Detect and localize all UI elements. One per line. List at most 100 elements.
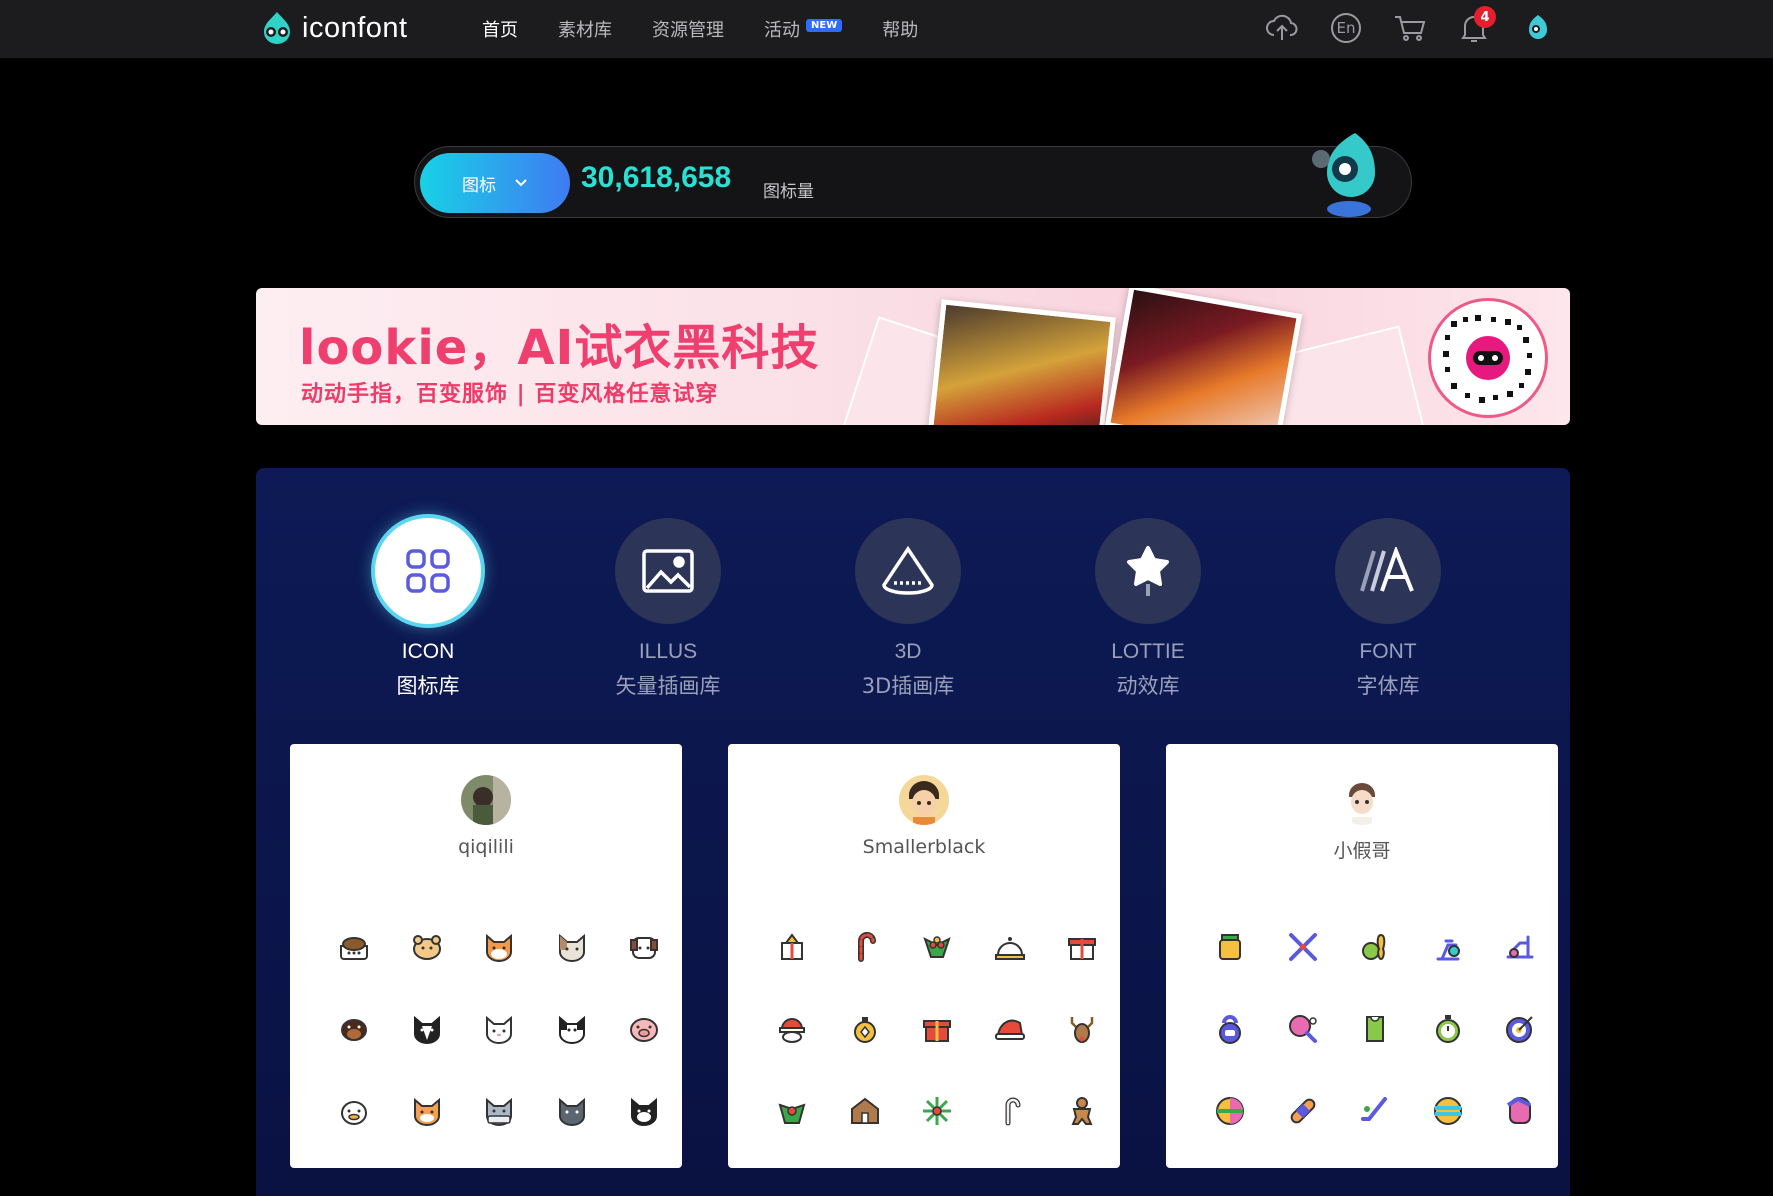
nav-item-label: 首页 [482,20,518,41]
exercise-bike-icon[interactable] [1412,906,1485,988]
gray-cat-icon[interactable] [463,1070,536,1152]
upload-button[interactable] [1262,8,1302,48]
author-name[interactable]: Smallerblack [728,836,1120,858]
target-icon[interactable] [1484,988,1557,1070]
author-name[interactable]: qiqilili [290,836,682,858]
category-circle [1095,518,1201,624]
bell-icon[interactable] [974,906,1047,988]
notification-count-badge: 4 [1474,6,1496,28]
wreath-icon[interactable] [756,1070,829,1152]
upload-icon [1266,14,1298,40]
category-circle [615,518,721,624]
category-en-label: LOTTIE [1111,640,1185,663]
white-cat-icon[interactable] [463,988,536,1070]
nav-item-resources[interactable]: 资源管理 [652,16,724,42]
tab-lottie[interactable]: LOTTIE 动效库 [1068,518,1228,700]
icon-set-card[interactable]: qiqilili [290,744,682,1168]
gift-box-icon[interactable] [1046,906,1119,988]
author-avatar[interactable] [1337,775,1387,825]
nav-item-label: 资源管理 [652,20,724,41]
reindeer-icon[interactable] [1046,988,1119,1070]
black-white-dog-icon[interactable] [536,988,609,1070]
user-avatar-icon [1529,15,1547,39]
cart-icon [1395,16,1426,41]
iconfont-logo[interactable]: iconfont [258,8,408,48]
category-cn-label: 3D插画库 [861,674,955,698]
category-cn-label: 矢量插画库 [615,674,721,698]
chevron-down-icon [515,179,527,187]
category-circle [1335,518,1441,624]
banner-photo-halloween [1104,288,1303,425]
candy-cane-icon[interactable] [974,1070,1047,1152]
pig-icon[interactable] [608,988,681,1070]
orange-cat-icon[interactable] [391,1070,464,1152]
tab-3d[interactable]: 3D 3D插画库 [828,518,988,700]
main-menu: 首页 素材库 资源管理 活动 NEW 帮助 [482,12,958,46]
present-icon[interactable] [756,906,829,988]
author-name[interactable]: 小假哥 [1166,836,1558,863]
bandage-icon[interactable] [1267,1070,1340,1152]
boxing-glove-icon[interactable] [1484,1070,1557,1152]
language-label: En [1336,19,1356,37]
dark-cat-icon[interactable] [536,1070,609,1152]
tab-font[interactable]: FONT 字体库 [1308,518,1468,700]
category-en-label: ILLUS [638,640,698,663]
qr-code [1428,298,1548,418]
icon-grid [318,906,659,1146]
protein-jar-icon[interactable] [1194,906,1267,988]
search-type-dropdown[interactable]: 图标 [420,153,570,213]
nav-item-label: 帮助 [882,20,919,41]
promo-banner[interactable]: lookie，AI试衣黑科技 动动手指，百变服饰 | 百变风格任意试穿 [256,288,1570,425]
puppy-icon[interactable] [608,906,681,988]
author-avatar[interactable] [899,775,949,825]
icon-count: 30,618,658 [581,161,732,194]
user-avatar[interactable] [1518,8,1558,48]
nav-item-label: 素材库 [558,20,612,41]
duck-icon[interactable] [318,1070,391,1152]
icon-count-unit: 图标量 [763,182,814,202]
library-panel: ICON 图标库 ILLUS 矢量插画库 3D 3D插画库 LOTTIE 动效库 [256,468,1570,1196]
elliptical-icon[interactable] [1484,906,1557,988]
stopwatch-icon[interactable] [1412,988,1485,1070]
tab-icon[interactable]: ICON 图标库 [348,518,508,700]
nav-item-activities[interactable]: 活动 NEW [764,16,843,42]
kettlebell-icon[interactable] [1194,988,1267,1070]
tuxedo-cat-icon[interactable] [608,1070,681,1152]
iconfont-logo-icon [258,10,296,46]
dog-bowl-icon[interactable] [318,906,391,988]
tab-illus[interactable]: ILLUS 矢量插画库 [588,518,748,700]
gingerbread-man-icon[interactable] [1046,1070,1119,1152]
gift-icon[interactable] [901,988,974,1070]
ornament-icon[interactable] [829,988,902,1070]
notification-button[interactable]: 4 [1454,6,1496,48]
nav-item-library[interactable]: 素材库 [558,16,612,42]
shiba-icon[interactable] [463,906,536,988]
jersey-icon[interactable] [1339,988,1412,1070]
cart-button[interactable] [1390,8,1430,48]
cat-icon[interactable] [536,906,609,988]
beach-ball-icon[interactable] [1412,1070,1485,1152]
nav-item-home[interactable]: 首页 [482,16,518,42]
bowling-icon[interactable] [1339,906,1412,988]
ping-pong-icon[interactable] [1267,988,1340,1070]
snowflake-icon[interactable] [901,1070,974,1152]
language-button[interactable]: En [1326,8,1366,48]
hockey-stick-icon[interactable] [1339,1070,1412,1152]
candy-cane-icon[interactable] [829,906,902,988]
gingerbread-house-icon[interactable] [829,1070,902,1152]
icon-set-card[interactable]: Smallerblack [728,744,1120,1168]
search-bar[interactable]: 图标 30,618,658 图标量 [414,133,1412,218]
crossed-bats-icon[interactable] [1267,906,1340,988]
hamster-icon[interactable] [391,906,464,988]
husky-icon[interactable] [391,988,464,1070]
santa-hat-icon[interactable] [974,988,1047,1070]
icon-set-card[interactable]: 小假哥 [1166,744,1558,1168]
mascot-illustration [1307,129,1391,221]
author-avatar[interactable] [461,775,511,825]
holly-icon[interactable] [901,906,974,988]
font-icon [1360,547,1414,592]
nav-item-help[interactable]: 帮助 [882,16,918,42]
santa-icon[interactable] [756,988,829,1070]
rottweiler-icon[interactable] [318,988,391,1070]
volleyball-icon[interactable] [1194,1070,1267,1152]
